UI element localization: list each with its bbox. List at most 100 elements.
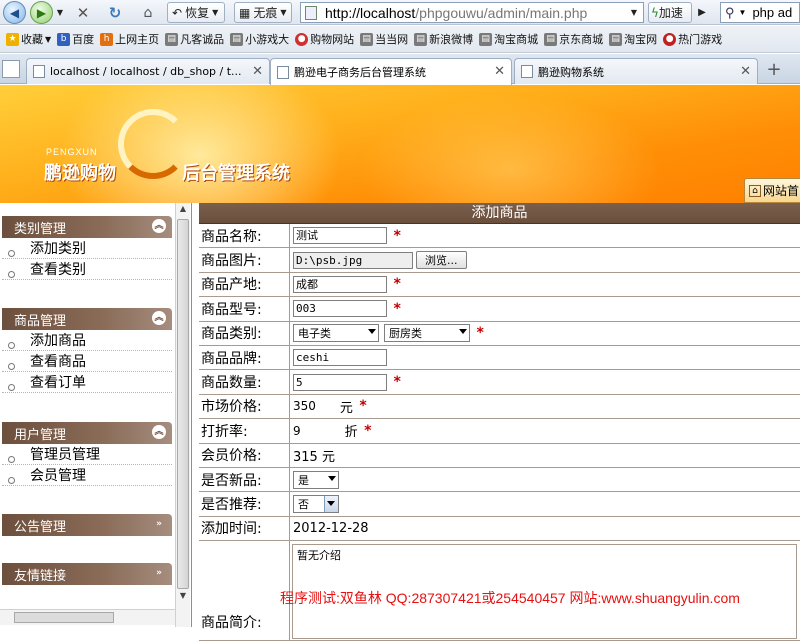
form-row-is-new: 是否新品: 是 — [199, 467, 800, 493]
system-title: 后台管理系统 — [182, 163, 290, 184]
form-row-quantity: 商品数量: 5 * — [199, 370, 800, 395]
close-icon[interactable]: ✕ — [740, 64, 751, 79]
favorites-button[interactable]: ★ 收藏 ▼ — [6, 29, 51, 49]
bookmark-item[interactable]: b 百度 — [57, 29, 94, 49]
more-arrow-icon[interactable]: ▶ — [694, 2, 710, 23]
bookmark-item[interactable]: h 上网主页 — [100, 29, 159, 49]
home-icon: ⌂ — [749, 184, 761, 197]
stop-icon[interactable]: ✕ — [72, 2, 94, 23]
product-name-input[interactable]: 测试 — [293, 227, 387, 245]
url-host: http://localhost — [325, 4, 416, 21]
forward-button[interactable]: ▶ — [30, 1, 53, 24]
bookmark-item[interactable]: ▤ 淘宝商城 — [479, 29, 538, 49]
sidebar-section-header[interactable]: 公告管理» — [2, 514, 172, 536]
star-icon: ★ — [6, 32, 19, 46]
expand-icon[interactable]: » — [152, 517, 166, 531]
chevron-down-icon — [368, 329, 376, 335]
market-price-value[interactable]: 350 — [293, 399, 316, 413]
bookmark-item[interactable]: ● 购物网站 — [295, 29, 354, 49]
form-row-is-recommended: 是否推荐: 否 — [199, 492, 800, 517]
sidebar-item-add-product[interactable]: 添加商品 — [2, 330, 172, 351]
bookmark-item[interactable]: ▤ 凡客诚品 — [165, 29, 224, 49]
is-recommended-select[interactable]: 否 — [293, 494, 339, 513]
bookmark-icon: ▤ — [165, 32, 179, 46]
close-icon[interactable]: ✕ — [494, 64, 505, 79]
sidebar-item-admin-manage[interactable]: 管理员管理 — [2, 444, 172, 465]
sidebar-section-header[interactable]: 用户管理 ︽ — [2, 422, 172, 444]
required-mark: * — [393, 300, 402, 317]
incognito-button[interactable]: ▦ 无痕 ▼ — [234, 2, 292, 23]
bookmark-icon: ▤ — [414, 32, 428, 46]
form-row-discount: 打折率: 9 折 * — [199, 419, 800, 444]
bookmark-item[interactable]: ▤ 小游戏大 — [230, 29, 289, 49]
sidebar-section-user: 用户管理 ︽ 管理员管理 会员管理 — [2, 422, 172, 486]
undo-icon: ↶ — [172, 5, 183, 20]
bookmark-item[interactable]: ▤ 新浪微博 — [414, 29, 473, 49]
scrollbar-thumb[interactable] — [177, 219, 189, 589]
category-main-select[interactable]: 电子类 — [293, 324, 379, 343]
product-origin-input[interactable]: 成都 — [293, 275, 387, 293]
is-new-select[interactable]: 是 — [293, 470, 339, 489]
bookmark-icon: ▤ — [544, 32, 558, 46]
sidebar-vertical-scrollbar[interactable]: ▲ ▼ — [175, 203, 190, 627]
page-icon — [521, 65, 533, 78]
address-bar[interactable]: http://localhost/phpgouwu/admin/main.php — [300, 2, 644, 23]
restore-button[interactable]: ↶ 恢复 ▼ — [167, 2, 225, 23]
sidebar-item-view-product[interactable]: 查看商品 — [2, 351, 172, 372]
bookmark-item[interactable]: ▤ 淘宝网 — [609, 29, 657, 49]
sidebar-section-notice: 公告管理» — [2, 514, 172, 536]
expand-icon[interactable]: » — [152, 566, 166, 580]
required-mark: * — [363, 422, 373, 439]
collapse-icon[interactable]: ︽ — [152, 311, 166, 325]
tab-shop[interactable]: 鹏逊购物系统 ✕ — [514, 58, 758, 84]
bookmark-item[interactable]: ▤ 京东商城 — [544, 29, 603, 49]
tab-admin[interactable]: 鹏逊电子商务后台管理系统 ✕ — [270, 58, 512, 85]
sidebar-section-links: 友情链接» — [2, 563, 172, 585]
product-model-input[interactable]: 003 — [293, 300, 387, 318]
browse-button[interactable]: 浏览... — [416, 251, 467, 270]
home-icon[interactable]: ⌂ — [137, 2, 159, 23]
bookmark-item[interactable]: ● 热门游戏 — [663, 29, 722, 49]
form-row-category: 商品类别: 电子类 厨房类 * — [199, 321, 800, 346]
chevron-down-icon — [459, 329, 467, 335]
back-button[interactable]: ◀ — [3, 1, 26, 24]
url-path: /phpgouwu/admin/main.php — [415, 4, 588, 21]
refresh-icon[interactable]: ↻ — [104, 2, 126, 23]
search-icon: ⚲ — [725, 4, 735, 20]
scrollbar-thumb[interactable] — [14, 612, 114, 623]
discount-value[interactable]: 9 — [293, 424, 301, 438]
required-mark: * — [393, 227, 402, 244]
new-tab-button[interactable]: + — [762, 59, 786, 81]
bookmark-item[interactable]: ▤ 当当网 — [360, 29, 408, 49]
product-quantity-input[interactable]: 5 — [293, 373, 387, 391]
site-home-link[interactable]: ⌂ 网站首 — [744, 178, 800, 203]
sidebar-section-header[interactable]: 商品管理 ︽ — [2, 308, 172, 330]
collapse-icon[interactable]: ︽ — [152, 425, 166, 439]
scroll-up-icon[interactable]: ▲ — [177, 204, 189, 218]
sidebar-section-header[interactable]: 友情链接» — [2, 563, 172, 585]
page-icon — [277, 65, 289, 79]
close-icon[interactable]: ✕ — [252, 64, 263, 79]
sidebar-section-header[interactable]: 类别管理 ︽ — [2, 216, 172, 238]
tab-phpmyadmin[interactable]: localhost / localhost / db_shop / t... ✕ — [26, 58, 270, 84]
speedup-button[interactable]: ϟ 加速 — [648, 2, 692, 23]
search-input[interactable]: ⚲ ▼ php ad — [720, 2, 800, 23]
scroll-down-icon[interactable]: ▼ — [177, 591, 189, 605]
category-sub-select[interactable]: 厨房类 — [384, 324, 470, 343]
sidebar-item-view-orders[interactable]: 查看订单 — [2, 372, 172, 393]
sidebar-item-add-category[interactable]: 添加类别 — [2, 238, 172, 259]
tab-list-icon[interactable] — [2, 60, 20, 78]
sidebar-item-view-category[interactable]: 查看类别 — [2, 259, 172, 280]
sidebar-item-member-manage[interactable]: 会员管理 — [2, 465, 172, 486]
bookmark-icon: ▤ — [479, 32, 493, 46]
bookmark-icon: ▤ — [609, 32, 623, 46]
bookmark-icon: ▤ — [230, 32, 244, 46]
collapse-icon[interactable]: ︽ — [152, 219, 166, 233]
history-dropdown[interactable]: ▼ — [55, 2, 65, 23]
sidebar-horizontal-scrollbar[interactable] — [0, 609, 175, 625]
bookmark-icon: ▤ — [360, 32, 374, 46]
product-image-file-input[interactable]: D:\psb.jpg — [293, 251, 413, 269]
product-brand-input[interactable]: ceshi — [293, 349, 387, 367]
url-dropdown[interactable]: ▼ — [628, 2, 640, 23]
add-time-value: 2012-12-28 — [293, 520, 369, 536]
